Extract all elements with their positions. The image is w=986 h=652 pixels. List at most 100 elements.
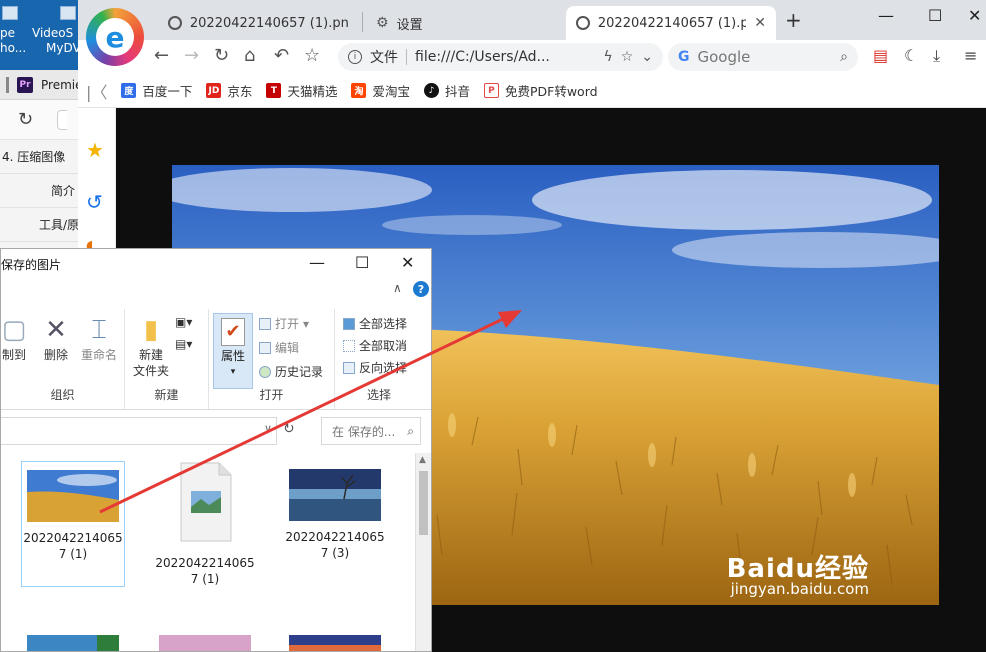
select-none-button[interactable]: 全部取消: [343, 337, 407, 354]
new-folder-label-1: 新建: [138, 348, 163, 362]
rename-label: 重命名: [80, 348, 117, 362]
chevron-down-icon[interactable]: ∨: [264, 422, 272, 435]
tab-image-1[interactable]: 20220422140657 (1).png (76: [158, 6, 358, 40]
easy-access-icon[interactable]: ▤▾: [175, 337, 192, 351]
favorite-star-icon[interactable]: ☆: [304, 45, 320, 66]
sidebar-toggle-icon[interactable]: |〈: [86, 79, 107, 103]
address-url[interactable]: file:///C:/Users/Ad...: [415, 49, 550, 65]
rename-button[interactable]: ⌶ 重命名: [79, 313, 119, 363]
bookmark-label: 百度一下: [142, 84, 193, 99]
file-item[interactable]: 2022042214065 7 (1): [21, 461, 125, 587]
bookmark-baidu[interactable]: 度 百度一下: [121, 81, 192, 100]
file-name: 7 (1): [190, 572, 220, 586]
bookmark-aitaobao[interactable]: 淘 爱淘宝: [351, 81, 410, 100]
tab-settings[interactable]: ⚙ 设置: [366, 6, 556, 40]
pdf-icon[interactable]: ▤: [873, 46, 888, 65]
tab-image-active[interactable]: 20220422140657 (1).png ✕: [566, 6, 776, 40]
help-icon[interactable]: ?: [413, 281, 429, 297]
file-item[interactable]: [153, 623, 257, 651]
reload-icon[interactable]: ↻: [18, 109, 33, 130]
ribbon-collapse-icon[interactable]: ∧: [393, 281, 402, 295]
tab-edge: [6, 76, 9, 93]
new-folder-button[interactable]: ▮ 新建 文件夹: [131, 313, 171, 379]
bookmark-label: 免费PDF转word: [504, 84, 598, 99]
close-window-button[interactable]: ✕: [401, 253, 414, 272]
scrollbar-thumb[interactable]: [419, 471, 428, 535]
menu-icon[interactable]: ≡: [964, 46, 977, 65]
desktop-app-icon[interactable]: [60, 6, 76, 20]
undo-close-button[interactable]: ↶: [274, 45, 289, 66]
bookmark-tmall[interactable]: T 天猫精选: [266, 81, 337, 100]
properties-button[interactable]: ✔ 属性 ▾: [213, 313, 253, 389]
bookmark-pdf[interactable]: P 免费PDF转word: [483, 81, 598, 100]
ribbon-group-open: ✔ 属性 ▾ 打开 ▾ 编辑 历史记录 打开: [209, 309, 335, 409]
chevron-down-icon[interactable]: ⌄: [641, 49, 663, 65]
desktop-icon-label[interactable]: pe ho...: [0, 26, 26, 56]
favorites-star-icon[interactable]: ★: [86, 138, 104, 162]
moon-icon[interactable]: ☾: [904, 46, 918, 65]
rename-icon: ⌶: [91, 315, 107, 345]
invert-selection-button[interactable]: 反向选择: [343, 359, 407, 376]
search-icon[interactable]: ⌕: [407, 424, 420, 439]
back-button[interactable]: ←: [154, 45, 169, 66]
new-tab-button[interactable]: +: [785, 8, 802, 32]
tab-separator: [362, 12, 363, 32]
select-all-label: 全部选择: [359, 317, 408, 331]
explorer-scrollbar[interactable]: ▲: [415, 453, 431, 651]
delete-button[interactable]: ✕ 删除: [39, 313, 73, 363]
close-tab-icon[interactable]: ✕: [754, 15, 766, 31]
file-item[interactable]: 2022042214065 7 (1): [153, 461, 257, 587]
minimize-button[interactable]: —: [309, 253, 325, 272]
maximize-button[interactable]: ☐: [355, 253, 369, 272]
copy-to-button[interactable]: ▢ 制到: [1, 313, 27, 363]
file-item[interactable]: 2022042214065 7 (3): [283, 461, 387, 587]
group-label-new: 新建: [154, 388, 179, 402]
search-box[interactable]: G Google ⌕: [668, 43, 858, 71]
file-item[interactable]: [21, 623, 125, 651]
desktop-app-icon[interactable]: [2, 6, 18, 20]
explorer-search-box[interactable]: 在 保存的... ⌕: [321, 417, 421, 445]
close-window-button[interactable]: ✕: [968, 6, 981, 25]
home-button[interactable]: ⌂: [244, 45, 255, 66]
search-icon[interactable]: ⌕: [840, 49, 848, 65]
watermark-brand: Baidu经验: [726, 554, 869, 584]
select-all-button[interactable]: 全部选择: [343, 315, 407, 332]
file-explorer-window: 保存的图片 — ☐ ✕ ∧ ? ▢ 制到 ✕ 删除 ⌶ 重命名 组织 ▮ 新建 …: [0, 248, 432, 652]
bookmarks-bar: |〈 度 百度一下 JD 京东 T 天猫精选 淘 爱淘宝 ♪ 抖音 P 免费PD…: [78, 74, 986, 108]
background-address-edge[interactable]: [57, 109, 68, 130]
download-icon[interactable]: ⤓: [933, 46, 940, 66]
info-icon[interactable]: i: [348, 50, 362, 64]
history-label: 历史记录: [275, 365, 324, 379]
group-label-organize: 组织: [50, 388, 75, 402]
desktop-icon-label[interactable]: VideoS MyDV: [32, 26, 81, 56]
new-item-icon[interactable]: ▣▾: [175, 315, 192, 329]
scroll-up-icon[interactable]: ▲: [419, 455, 426, 465]
history-icon: [259, 365, 271, 378]
bookmark-douyin[interactable]: ♪ 抖音: [423, 81, 470, 100]
aitaobao-icon: 淘: [351, 83, 367, 98]
explorer-address-row: ∨ ↻ 在 保存的... ⌕: [1, 415, 431, 447]
forward-button[interactable]: →: [184, 45, 199, 66]
tab-title: 设置: [396, 17, 423, 33]
background-tab-label[interactable]: Premie: [41, 78, 82, 92]
tab-title: 20220422140657 (1).png (76: [189, 15, 348, 31]
image-file-icon: [180, 462, 232, 542]
explorer-path-field[interactable]: ∨: [1, 417, 277, 445]
file-item[interactable]: [283, 623, 387, 651]
bookmark-star-icon[interactable]: ☆: [621, 49, 634, 65]
minimize-button[interactable]: —: [878, 6, 894, 25]
edit-button[interactable]: 编辑: [259, 339, 299, 356]
lightning-icon[interactable]: ϟ: [603, 49, 612, 65]
group-label-select: 选择: [366, 388, 391, 402]
bookmark-jd[interactable]: JD 京东: [206, 81, 252, 100]
address-bar[interactable]: i 文件 file:///C:/Users/Ad... ϟ ☆ ⌄: [338, 43, 663, 71]
maximize-button[interactable]: ☐: [928, 6, 942, 25]
bookmark-label: 京东: [227, 84, 253, 99]
refresh-icon[interactable]: ↻: [283, 421, 295, 437]
history-icon[interactable]: ↺: [86, 190, 103, 214]
file-name: 2022042214065: [285, 530, 385, 544]
file-name: 7 (3): [320, 546, 350, 560]
history-button[interactable]: 历史记录: [259, 363, 323, 380]
reload-button[interactable]: ↻: [214, 45, 229, 66]
open-button[interactable]: 打开 ▾: [259, 315, 309, 332]
